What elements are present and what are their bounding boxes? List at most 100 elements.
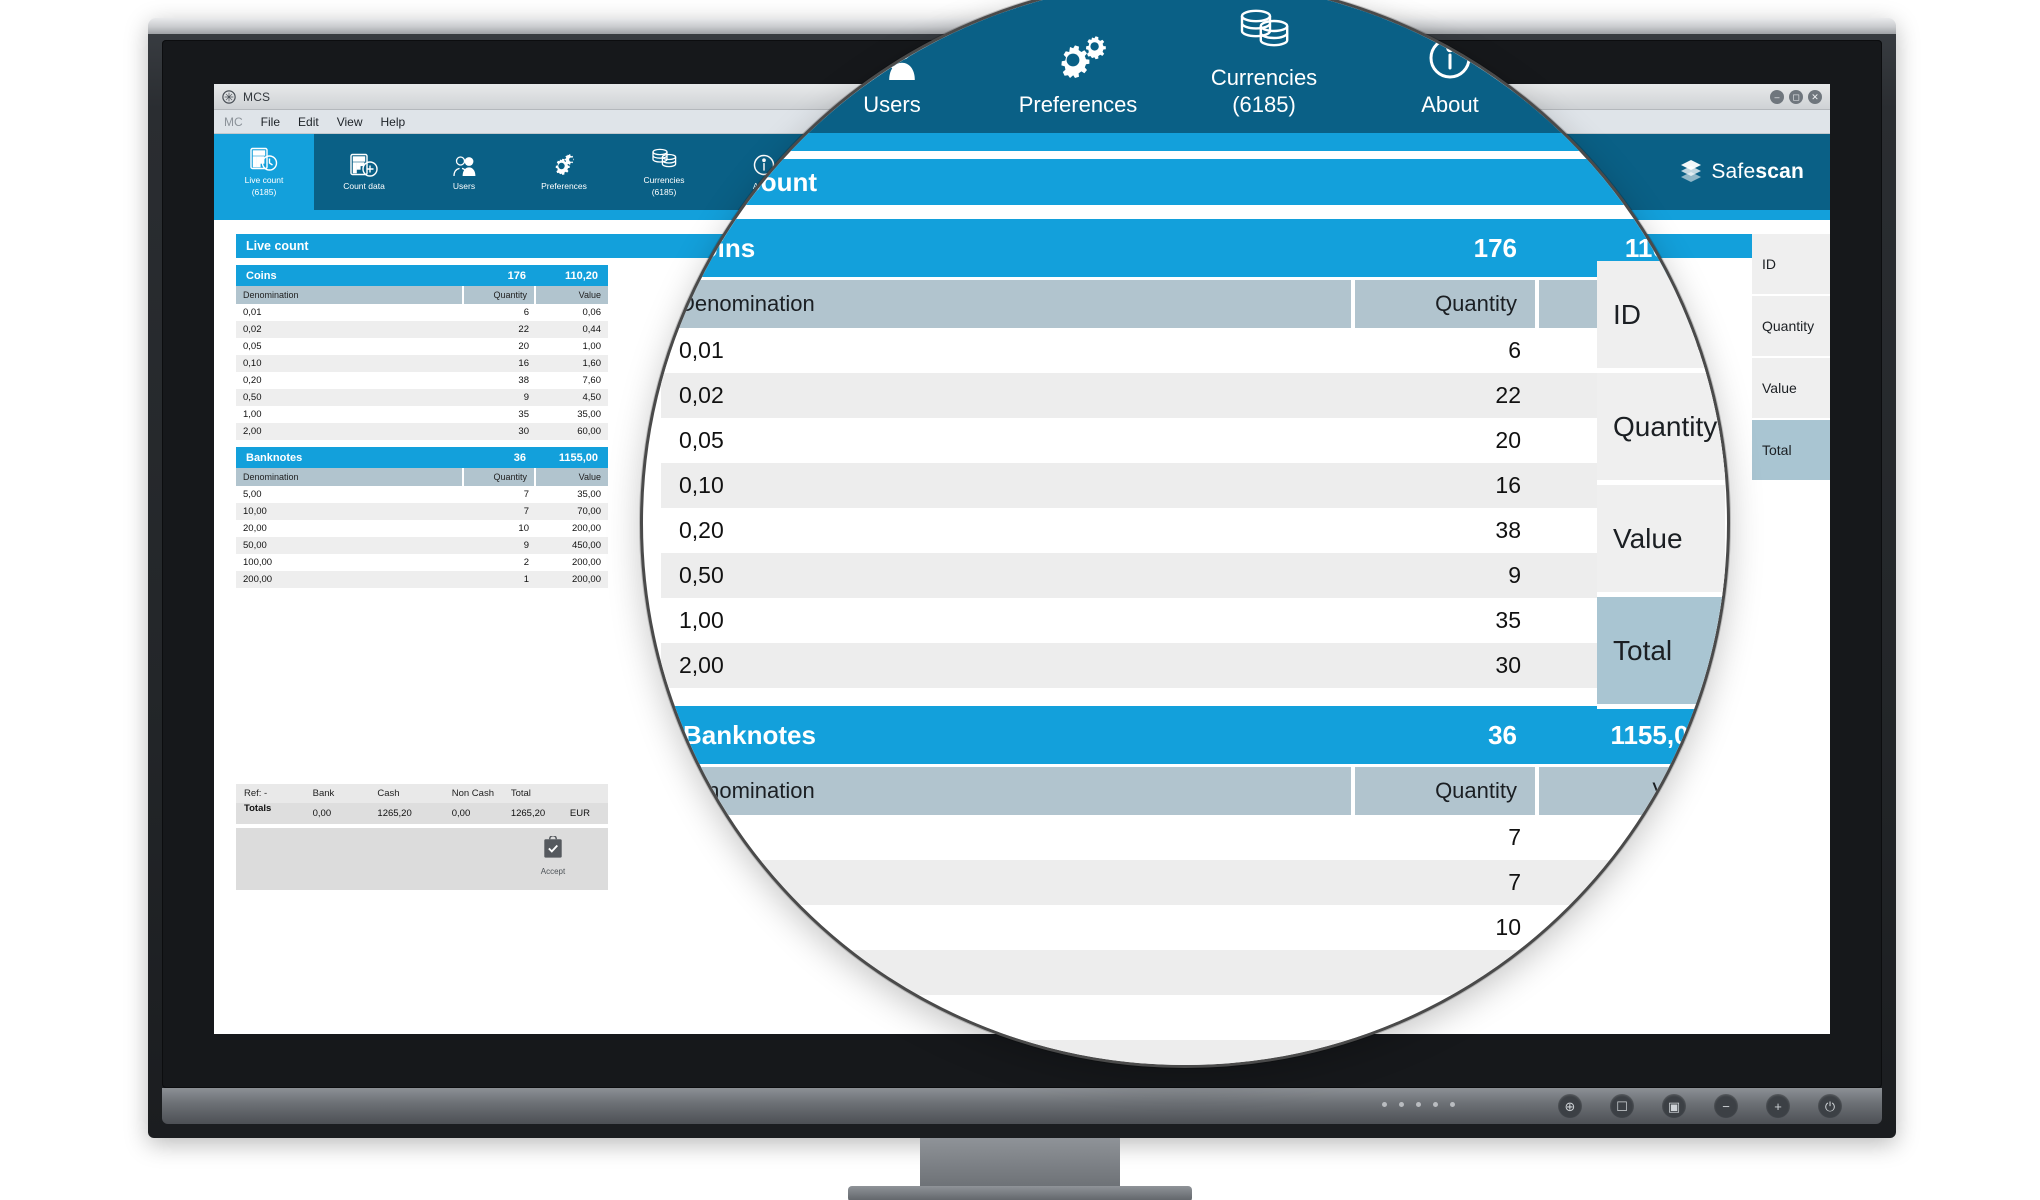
table-row[interactable]: 0,05201,00 (661, 418, 1725, 463)
display-icon[interactable]: ▣ (1662, 1094, 1686, 1118)
cell-value: 1,60 (582, 358, 602, 369)
coins-section-label: Coins (246, 269, 277, 282)
nav-item-live-count[interactable]: Live count (6185) (214, 134, 314, 210)
table-row[interactable]: 0,02220,44 (661, 373, 1725, 418)
table-row[interactable]: 0,10161,60 (236, 355, 608, 372)
magnified-coins-col-quantity: Quantity (1355, 280, 1535, 328)
about-info-icon (1420, 22, 1480, 86)
cell-quantity: 9 (1508, 959, 1521, 985)
cell-quantity: 35 (1495, 607, 1521, 633)
cell-value: 200,00 (1636, 1004, 1707, 1030)
table-row[interactable]: 0,0160,06 (661, 328, 1725, 373)
cell-value: 200,00 (571, 557, 601, 568)
banknotes-section-label: Banknotes (246, 451, 303, 464)
right-cell-total[interactable]: Total (1752, 420, 1830, 482)
magnified-section-gap (643, 688, 1727, 706)
currencies-coins-icon (1234, 0, 1294, 59)
plus-icon[interactable]: + (1766, 1094, 1790, 1118)
table-row[interactable]: 100,00 2 200,00 (236, 554, 608, 571)
table-row[interactable]: 0,5094,50 (236, 389, 608, 406)
cell-quantity: 30 (518, 426, 529, 437)
banknotes-section-header: Banknotes 36 1155,00 (236, 447, 608, 468)
cell-denomination: 0,02 (243, 324, 262, 335)
magnified-banknotes-column-headers: Denomination Quantity Value (661, 767, 1725, 815)
cell-denomination: 0,10 (679, 472, 724, 498)
table-row[interactable]: 5,00 7 35,00 (236, 486, 608, 503)
table-row[interactable]: 200,00 1 200,00 (661, 1040, 1725, 1065)
cell-value: 0,44 (582, 324, 602, 335)
totals-bank-value: 0,00 (312, 808, 332, 819)
magnified-nav-underline (643, 133, 1727, 151)
minimize-button[interactable]: – (1770, 89, 1784, 104)
table-row[interactable]: 0,02220,44 (236, 321, 608, 338)
table-row[interactable]: 200,00 1 200,00 (236, 571, 608, 588)
cell-value: 200,00 (571, 523, 601, 534)
menu-item-view[interactable]: View (337, 115, 363, 129)
table-row[interactable]: 0,10161,60 (661, 463, 1725, 508)
maximize-button[interactable]: ◻ (1789, 89, 1803, 104)
totals-col-bank: Bank (312, 788, 335, 799)
minus-icon[interactable]: − (1714, 1094, 1738, 1118)
magnified-nav-about[interactable]: About (1357, 22, 1543, 117)
magnified-coins-label: Coins (683, 232, 756, 263)
banknotes-section: Banknotes 36 1155,00 Denomination Quanti… (236, 447, 608, 588)
magnified-right-cell-total[interactable]: Total (1597, 597, 1725, 709)
banknotes-rows: 5,00 7 35,00 10,00 7 70,00 20,00 10 200,00 50,00 9… (236, 486, 608, 588)
close-button[interactable]: ✕ (1808, 89, 1822, 104)
magnified-right-cell-value[interactable]: Value (1597, 485, 1725, 597)
table-row[interactable]: 100,00 2 200,00 (661, 995, 1725, 1040)
cell-denomination: 20,00 (243, 523, 267, 534)
table-row[interactable]: 10,00 7 70,00 (236, 503, 608, 520)
cell-quantity: 38 (1495, 517, 1521, 543)
menu-item-file[interactable]: File (261, 115, 280, 129)
magnified-nav-users[interactable]: Users (799, 22, 985, 117)
nav-item-count-data[interactable]: Count data (314, 134, 414, 210)
table-row[interactable]: 10,00 7 70,00 (661, 860, 1725, 905)
cell-value: 35,00 (577, 409, 601, 420)
menu-item-help[interactable]: Help (381, 115, 406, 129)
magnified-coins-column-headers: Denomination Quantity Value (661, 280, 1725, 328)
table-row[interactable]: 1,003535,00 (661, 598, 1725, 643)
magnified-right-cell-quantity[interactable]: Quantity (1597, 373, 1725, 485)
monitor-stand-neck (920, 1138, 1120, 1190)
table-row[interactable]: 0,05201,00 (236, 338, 608, 355)
power-icon[interactable]: ⏻ (1818, 1094, 1842, 1118)
table-row[interactable]: 2,003060,00 (661, 643, 1725, 688)
table-row[interactable]: 0,0160,06 (236, 304, 608, 321)
table-row[interactable]: 50,00 9 450,00 (661, 950, 1725, 995)
cell-quantity: 9 (523, 392, 529, 403)
menu-icon[interactable]: ☐ (1610, 1094, 1634, 1118)
table-row[interactable]: 20,00 10 200,00 (661, 905, 1725, 950)
table-row[interactable]: 2,003060,00 (236, 423, 608, 440)
magnified-right-column-strip: ID Quantity Value Total (1597, 261, 1725, 709)
magnified-banknotes-section-header: Banknotes 36 1155,00 (661, 706, 1725, 764)
table-row[interactable]: 20,00 10 200,00 (236, 520, 608, 537)
preferences-gears-icon (1048, 22, 1108, 86)
right-cell-quantity[interactable]: Quantity (1752, 296, 1830, 358)
cell-denomination: 50,00 (679, 959, 737, 985)
table-row[interactable]: 5,00 7 35,00 (661, 815, 1725, 860)
cell-value: 35,00 (577, 489, 601, 500)
monitor-chin-bar: ⊕ ☐ ▣ − + ⏻ (162, 1088, 1882, 1124)
input-icon[interactable]: ⊕ (1558, 1094, 1582, 1118)
menu-item-edit[interactable]: Edit (298, 115, 319, 129)
cell-value: 35,00 (1649, 824, 1707, 850)
table-row[interactable]: 0,20387,60 (236, 372, 608, 389)
magnified-nav-currencies[interactable]: Currencies (6185) (1171, 0, 1357, 117)
nav-item-users[interactable]: Users (414, 134, 514, 210)
accept-button[interactable]: Accept (524, 835, 582, 876)
magnified-nav-count-data[interactable]: Count data (643, 22, 799, 117)
right-cell-id[interactable]: ID (1752, 234, 1830, 296)
magnified-nav-preferences[interactable]: Preferences (985, 22, 1171, 117)
nav-item-preferences[interactable]: Preferences (514, 134, 614, 210)
magnified-nav-label-about: About (1421, 92, 1479, 117)
cell-denomination: 50,00 (243, 540, 267, 551)
table-row[interactable]: 0,20387,60 (661, 508, 1725, 553)
accept-bar: Accept (236, 828, 608, 890)
right-cell-value[interactable]: Value (1752, 358, 1830, 420)
table-row[interactable]: 1,003535,00 (236, 406, 608, 423)
magnified-right-cell-id[interactable]: ID (1597, 261, 1725, 373)
cell-denomination: 200,00 (243, 574, 273, 585)
table-row[interactable]: 50,00 9 450,00 (236, 537, 608, 554)
table-row[interactable]: 0,5094,50 (661, 553, 1725, 598)
